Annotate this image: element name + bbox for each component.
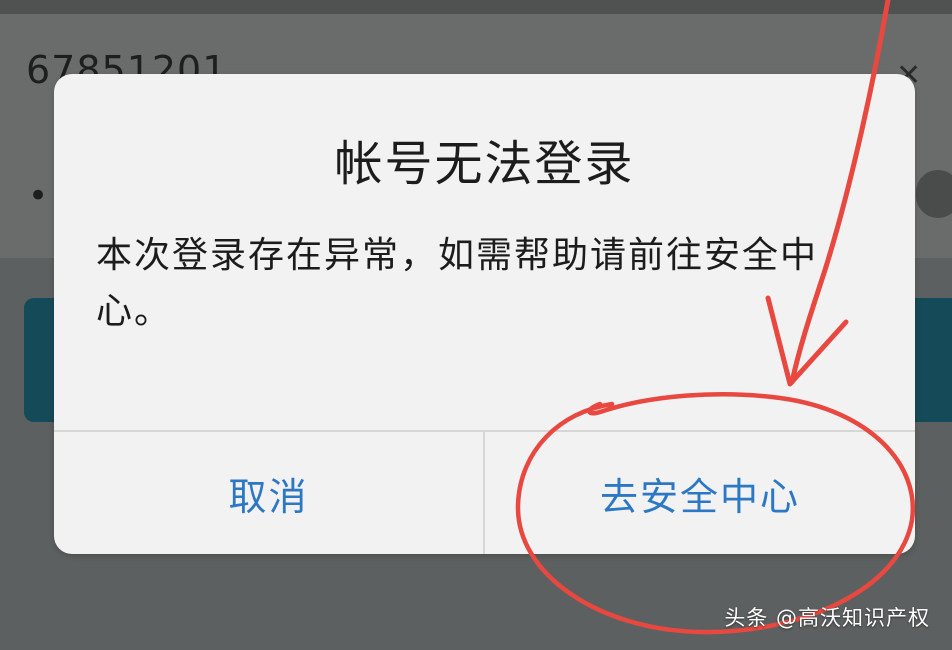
status-bar [0, 0, 952, 14]
watermark: 头条 @高沃知识产权 [724, 606, 930, 630]
dialog-title: 帐号无法登录 [334, 136, 635, 192]
dialog-message: 本次登录存在异常，如需帮助请前往安全中心。 [96, 235, 819, 332]
cancel-button[interactable]: 取消 [54, 432, 483, 554]
login-error-dialog: 帐号无法登录 本次登录存在异常，如需帮助请前往安全中心。 取消 去安全中心 [54, 74, 915, 554]
go-to-security-center-button[interactable]: 去安全中心 [485, 432, 915, 554]
visibility-icon [916, 170, 952, 218]
